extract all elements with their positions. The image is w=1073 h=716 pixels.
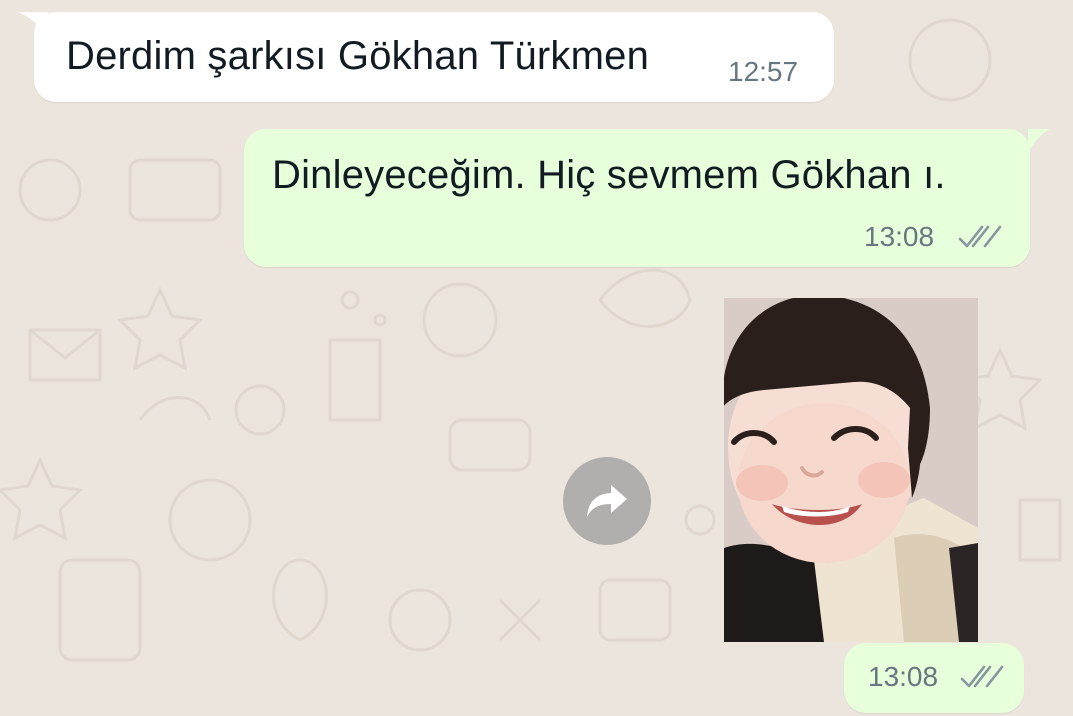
sticker-image[interactable]: [724, 298, 978, 642]
forward-arrow-icon: [587, 485, 627, 517]
double-check-read-icon: [960, 665, 1004, 688]
outgoing-message-bubble[interactable]: Dinleyeceğim. Hiç sevmem Gökhan ı. 13:08: [244, 129, 1030, 267]
forward-button[interactable]: [563, 457, 651, 545]
outgoing-bubble-tail: [1028, 129, 1050, 153]
message-timestamp: 13:08: [868, 661, 939, 692]
sticker-timestamp-bubble: 13:08: [844, 643, 1024, 713]
message-text: Derdim şarkısı Gökhan Türkmen: [66, 34, 650, 78]
message-text: Dinleyeceğim. Hiç sevmem Gökhan ı.: [272, 153, 946, 197]
smiling-child-sticker: [724, 298, 978, 642]
incoming-message-bubble[interactable]: Derdim şarkısı Gökhan Türkmen 12:57: [34, 12, 834, 102]
message-timestamp: 13:08: [864, 221, 935, 252]
message-timestamp: 12:57: [728, 56, 799, 87]
double-check-read-icon: [958, 225, 1002, 248]
